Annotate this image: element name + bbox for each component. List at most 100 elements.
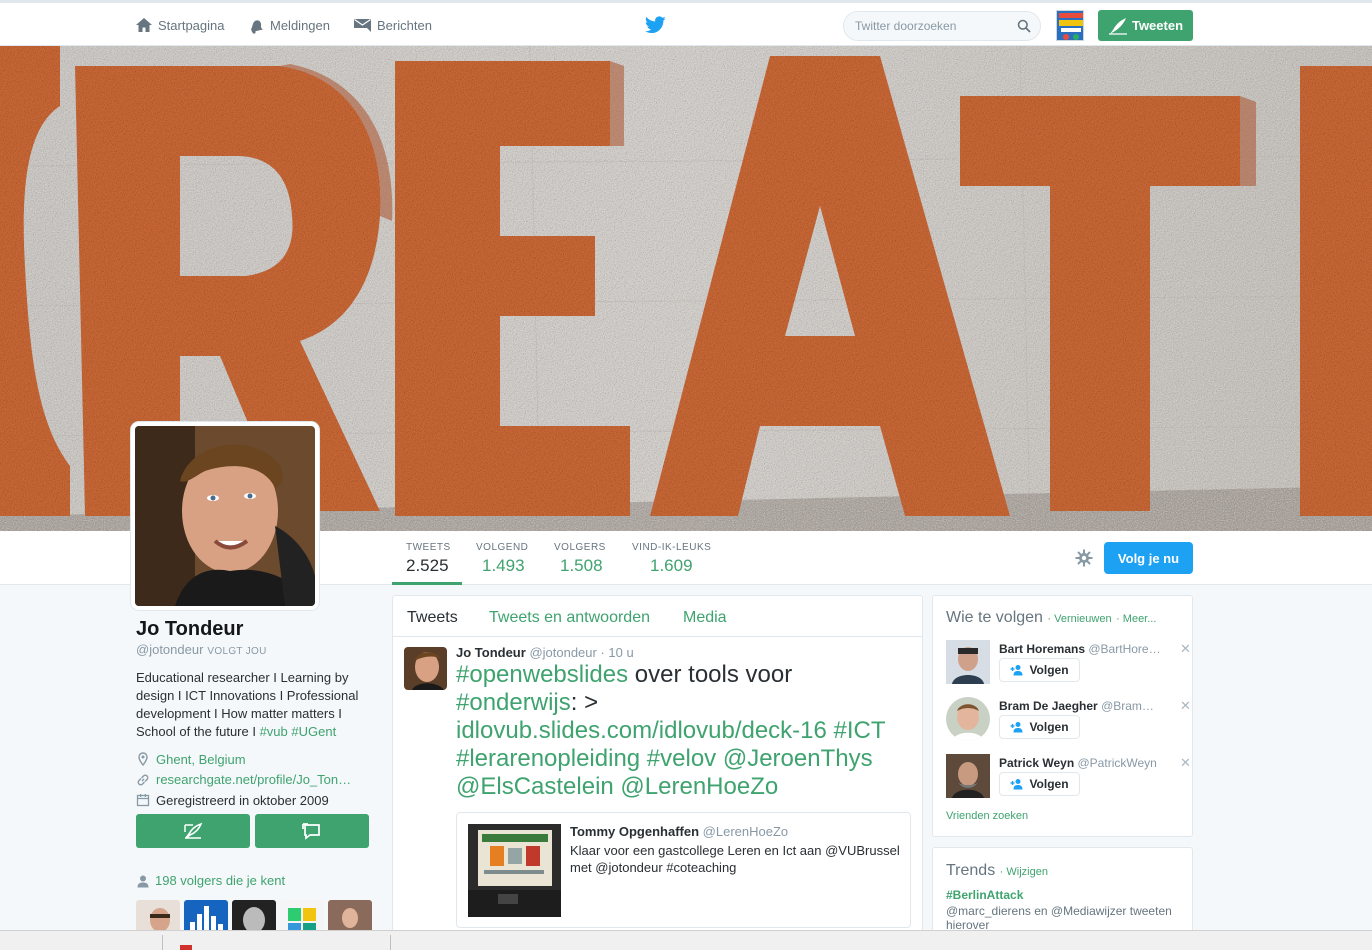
stat-tweets-label: TWEETS <box>406 542 451 553</box>
suggestion-name-row[interactable]: Patrick Weyn @PatrickWeyn <box>999 756 1161 770</box>
suggestion-avatar[interactable] <box>946 697 990 741</box>
stat-likes-label: VIND-IK-LEUKS <box>632 542 712 553</box>
profile-location: Ghent, Belgium <box>136 749 372 770</box>
timeline-tabs: Tweets Tweets en antwoorden Media <box>393 596 922 637</box>
nav-notifications-label: Meldingen <box>270 17 330 33</box>
tab-tweets[interactable]: Tweets <box>407 609 458 627</box>
suggestion-name-row[interactable]: Bram De Jaegher @Bram… <box>999 699 1161 713</box>
trend-description: @marc_dierens en @Mediawijzer tweeten hi… <box>946 904 1172 932</box>
more-link[interactable]: · Meer... <box>1116 613 1156 625</box>
tweet-author-handle[interactable]: @jotondeur <box>529 645 596 660</box>
direct-message-button[interactable] <box>255 814 369 848</box>
tweet-author-avatar[interactable] <box>404 647 447 690</box>
trends-module: Trends · Wijzigen #BerlinAttack @marc_di… <box>932 847 1193 942</box>
quoted-tweet-image <box>468 824 561 917</box>
profile-avatar[interactable] <box>131 422 319 610</box>
follow-suggestion-button[interactable]: Volgen <box>999 658 1080 682</box>
profile-name[interactable]: Jo Tondeur <box>136 618 372 641</box>
gear-icon[interactable] <box>1075 549 1093 570</box>
nav-notifications[interactable]: Meldingen <box>248 15 330 35</box>
stat-followers[interactable]: VOLGERS 1.508 <box>554 542 606 585</box>
search-input[interactable] <box>844 12 1004 40</box>
suggestion-item: Bram De Jaegher @Bram… ✕ Volgen <box>946 697 1191 745</box>
followers-you-know-label: 198 volgers die je kent <box>155 873 286 888</box>
nav-home[interactable]: Startpagina <box>135 15 225 35</box>
bio-hashtags[interactable]: #vub #UGent <box>260 724 337 739</box>
nav-messages[interactable]: Berichten <box>353 15 432 35</box>
profile-handle[interactable]: @jotondeur <box>136 642 203 657</box>
profile-bio: Educational researcher I Learning by des… <box>136 669 372 741</box>
nav-messages-label: Berichten <box>377 17 432 33</box>
tweet-timeline: Tweets Tweets en antwoorden Media Jo Ton… <box>392 595 923 935</box>
stat-likes-value: 1.609 <box>650 556 693 575</box>
user-icon <box>137 875 149 887</box>
tweet-timestamp[interactable]: · 10 u <box>600 645 633 660</box>
follow-suggestion-button[interactable]: Volgen <box>999 715 1080 739</box>
search-icon[interactable] <box>1017 19 1031 33</box>
location-text[interactable]: Ghent, Belgium <box>156 752 246 767</box>
dismiss-icon[interactable]: ✕ <box>1180 698 1191 714</box>
joined-text: Geregistreerd in oktober 2009 <box>156 792 329 808</box>
trend-item[interactable]: #BerlinAttack <box>946 888 1023 902</box>
quoted-tweet-text: Klaar voor een gastcollege Leren en Ict … <box>570 843 900 875</box>
suggestion-handle: @BartHore… <box>1088 642 1161 656</box>
followers-you-know-link[interactable]: 198 volgers die je kent <box>136 873 285 888</box>
dismiss-icon[interactable]: ✕ <box>1180 641 1191 657</box>
suggestion-name: Bram De Jaegher <box>999 699 1098 713</box>
follow-suggestion-button[interactable]: Volgen <box>999 772 1080 796</box>
stat-followers-value: 1.508 <box>560 556 603 575</box>
stat-likes[interactable]: VIND-IK-LEUKS 1.609 <box>632 542 711 585</box>
tweet-to-button[interactable] <box>136 814 250 848</box>
stat-tweets[interactable]: TWEETS 2.525 <box>392 542 462 585</box>
suggestion-avatar[interactable] <box>946 640 990 684</box>
quill-icon <box>184 822 203 839</box>
follow-button[interactable]: Volg je nu <box>1104 542 1193 574</box>
dismiss-icon[interactable]: ✕ <box>1180 755 1191 771</box>
quill-icon <box>1108 17 1127 35</box>
compose-tweet-label: Tweeten <box>1131 18 1184 33</box>
profile-meta: Ghent, Belgium researchgate.net/profile/… <box>136 749 372 811</box>
who-to-follow-module: Wie te volgen · Vernieuwen · Meer... Bar… <box>932 595 1193 837</box>
who-to-follow-title: Wie te volgen <box>946 609 1043 626</box>
search-box <box>843 11 1041 41</box>
bell-icon <box>251 19 263 34</box>
twitter-bird-icon[interactable] <box>644 16 666 37</box>
quoted-tweet-header: Tommy Opgenhaffen @LerenHoeZo <box>570 824 788 839</box>
compose-tweet-button[interactable]: Tweeten <box>1098 10 1193 41</box>
nav-home-label: Startpagina <box>158 17 225 33</box>
follow-suggestion-label: Volgen <box>1029 777 1069 791</box>
find-friends-link[interactable]: Vrienden zoeken <box>946 810 1028 822</box>
tweet-link[interactable]: idlovub.slides.com/idlovub/deck-16 <box>456 717 827 744</box>
tab-tweets-and-replies[interactable]: Tweets en antwoorden <box>489 609 650 627</box>
trends-title: Trends <box>946 862 996 879</box>
profile-card: Jo Tondeur @jotondeur VOLGT JOU Education… <box>136 618 372 811</box>
taskbar-divider <box>390 935 391 950</box>
top-navigation-bar: Startpagina Meldingen Berichten Tweeten <box>0 0 1372 46</box>
calendar-icon <box>136 794 150 807</box>
suggestion-handle: @PatrickWeyn <box>1077 756 1157 770</box>
tweet-author-name[interactable]: Jo Tondeur <box>456 645 526 660</box>
quoted-author-handle[interactable]: @LerenHoeZo <box>703 824 788 839</box>
website-link[interactable]: researchgate.net/profile/Jo_Ton… <box>156 772 351 787</box>
message-icon <box>302 823 320 840</box>
suggestion-item: Bart Horemans @BartHore… ✕ Volgen <box>946 640 1191 688</box>
stat-following[interactable]: VOLGEND 1.493 <box>476 542 528 585</box>
suggestion-name-row[interactable]: Bart Horemans @BartHore… <box>999 642 1161 656</box>
envelope-icon <box>354 19 371 32</box>
taskbar-divider <box>162 935 163 950</box>
tab-media[interactable]: Media <box>683 609 727 627</box>
refresh-link[interactable]: · Vernieuwen <box>1047 613 1111 625</box>
suggestion-avatar[interactable] <box>946 754 990 798</box>
quoted-author-name[interactable]: Tommy Opgenhaffen <box>570 824 699 839</box>
tweet-hashtag[interactable]: #onderwijs <box>456 689 571 716</box>
account-avatar[interactable] <box>1056 10 1084 41</box>
profile-handle-row: @jotondeur VOLGT JOU <box>136 642 372 657</box>
taskbar-app-icon[interactable] <box>180 945 192 950</box>
change-trends-link[interactable]: · Wijzigen <box>1000 866 1048 878</box>
follows-you-badge: VOLGT JOU <box>207 646 267 657</box>
add-user-icon <box>1010 779 1023 790</box>
tweet-text-part: over tools voor <box>628 661 793 688</box>
tweet-hashtag[interactable]: #openwebslides <box>456 661 628 688</box>
trends-header: Trends · Wijzigen <box>946 862 1048 880</box>
quoted-tweet[interactable]: Tommy Opgenhaffen @LerenHoeZo Klaar voor… <box>456 812 911 928</box>
